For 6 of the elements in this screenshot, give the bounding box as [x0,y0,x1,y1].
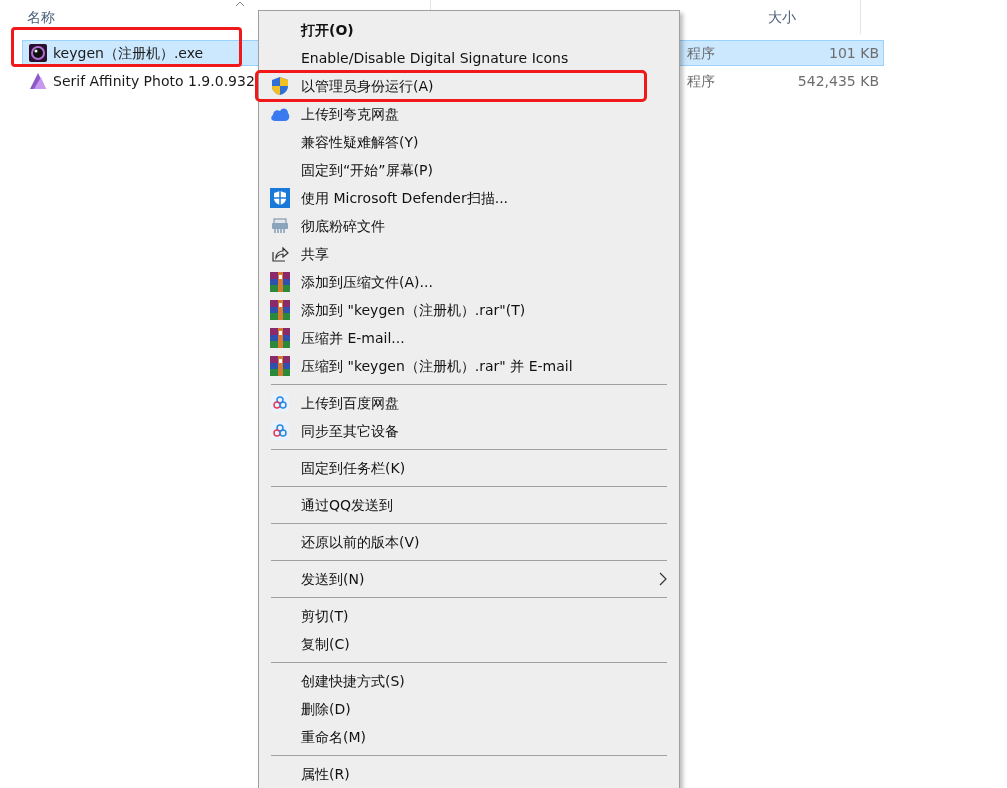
file-type: 程序 [687,71,716,91]
file-size: 101 KB [829,43,880,63]
file-name: Serif Affinity Photo 1.9.0.932 [53,71,255,91]
file-size: 542,435 KB [797,71,880,91]
file-name: keygen（注册机）.exe [53,43,204,63]
file-type: 程序 [687,43,716,63]
